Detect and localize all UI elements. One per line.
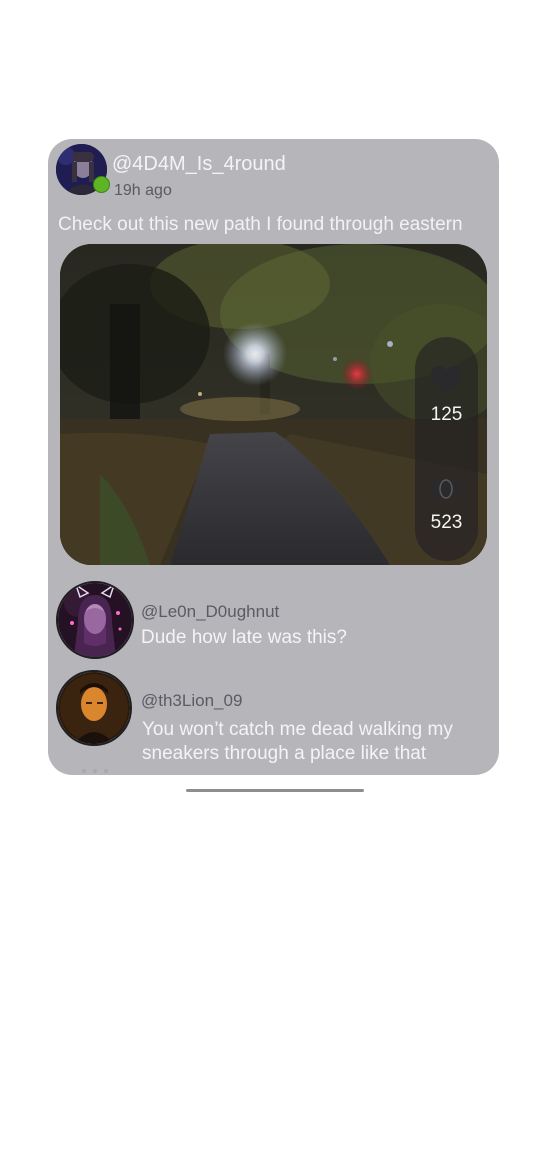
post-header: @4D4M_Is_4round 19h ago	[56, 144, 486, 199]
post-caption: Check out this new path I found through …	[58, 214, 463, 235]
comment-item: @th3Lion_09 You won’t catch me dead walk…	[56, 670, 486, 770]
view-count: 523	[430, 512, 463, 533]
comment-username[interactable]: @th3Lion_09	[141, 691, 242, 711]
post-stats-pill: 125 523	[415, 337, 478, 561]
author-username[interactable]: @4D4M_Is_4round	[112, 153, 286, 176]
post-timestamp: 19h ago	[114, 182, 172, 199]
commenter-avatar[interactable]	[56, 581, 134, 659]
comment-username[interactable]: @Le0n_D0ughnut	[141, 602, 279, 622]
more-comments-dots[interactable]	[80, 761, 114, 773]
comment-item: @Le0n_D0ughnut Dude how late was this?	[56, 581, 486, 661]
post-photo[interactable]: 125 523	[60, 244, 487, 565]
comment-text: Dude how late was this?	[141, 627, 347, 648]
eye-icon[interactable]	[429, 477, 463, 507]
online-status-dot	[93, 176, 110, 193]
home-indicator[interactable]	[186, 789, 364, 792]
like-count: 125	[430, 404, 463, 425]
post-card: @4D4M_Is_4round 19h ago Check out this n…	[48, 139, 499, 775]
commenter-avatar[interactable]	[56, 670, 132, 746]
heart-icon[interactable]	[429, 365, 463, 395]
comment-text: You won’t catch me dead walking my sneak…	[142, 719, 453, 764]
